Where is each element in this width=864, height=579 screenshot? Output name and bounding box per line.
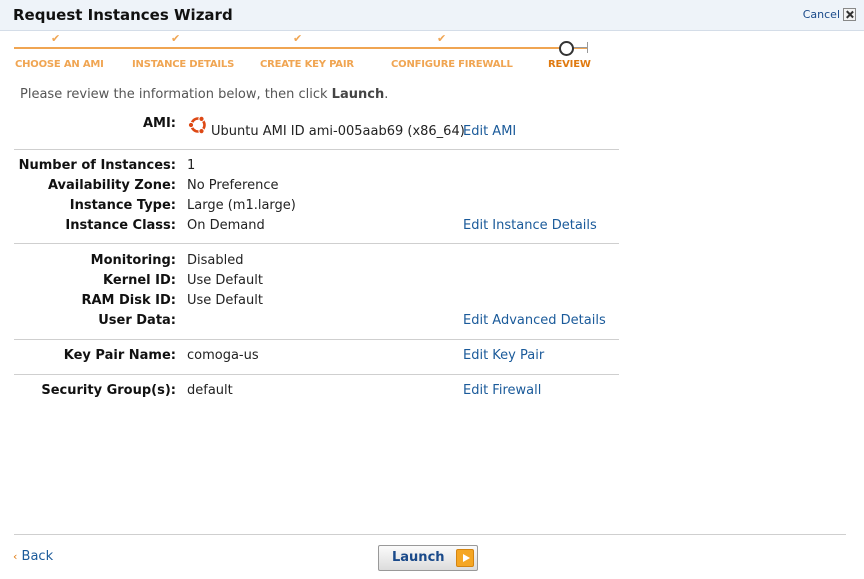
instance-type-value: Large (m1.large) [187,198,296,213]
edit-key-pair-link[interactable]: Edit Key Pair [463,348,544,363]
step-done-check-icon: ✔ [293,32,303,45]
availability-zone-label: Availability Zone: [47,178,176,193]
edit-instance-details-link[interactable]: Edit Instance Details [463,218,597,233]
security-groups-label: Security Group(s): [41,383,176,398]
title-bar: Request Instances Wizard Cancel [0,0,864,31]
kernel-id-label: Kernel ID: [103,273,176,288]
edit-ami-link[interactable]: Edit AMI [463,124,516,139]
step-review: REVIEW [548,59,591,70]
ubuntu-logo-icon [187,115,206,135]
ami-label: AMI: [142,116,176,131]
progress-remaining [573,47,587,48]
availability-zone-value: No Preference [187,178,279,193]
progress-end-tick [587,42,588,53]
footer-divider [14,534,846,535]
number-of-instances-label: Number of Instances: [18,158,176,173]
step-create-key-pair: CREATE KEY PAIR [260,59,354,70]
user-data-label: User Data: [98,313,176,328]
chevron-left-icon: ‹ [13,550,18,563]
divider [14,243,619,244]
instance-class-label: Instance Class: [65,218,176,233]
launch-label: Launch [392,550,445,565]
divider [14,149,619,150]
back-label: Back [21,549,54,564]
step-instance-details: INSTANCE DETAILS [132,59,235,70]
instance-type-label: Instance Type: [69,198,176,213]
key-pair-name-value: comoga-us [187,348,259,363]
edit-advanced-details-link[interactable]: Edit Advanced Details [463,313,606,328]
divider [14,339,619,340]
ram-disk-id-label: RAM Disk ID: [81,293,176,308]
step-choose-ami: CHOOSE AN AMI [15,59,104,70]
launch-button[interactable]: Launch [378,545,478,571]
launch-word: Launch [331,87,385,102]
kernel-id-value: Use Default [187,273,263,288]
ram-disk-id-value: Use Default [187,293,263,308]
instance-class-value: On Demand [187,218,265,233]
current-step-circle-icon [559,41,574,56]
monitoring-value: Disabled [187,253,244,268]
key-pair-name-label: Key Pair Name: [63,348,176,363]
ami-value: Ubuntu AMI ID ami-005aab69 (x86_64) [211,124,465,139]
step-done-check-icon: ✔ [171,32,181,45]
cancel-button[interactable]: Cancel [803,8,856,21]
review-instructions: Please review the information below, the… [20,87,389,102]
progress-bar [14,47,588,49]
number-of-instances-value: 1 [187,158,196,173]
divider [14,374,619,375]
step-configure-firewall: CONFIGURE FIREWALL [391,59,513,70]
step-done-check-icon: ✔ [437,32,447,45]
back-link[interactable]: ‹ Back [13,549,53,564]
step-done-check-icon: ✔ [51,32,61,45]
window-title: Request Instances Wizard [13,6,233,24]
play-arrow-icon [456,549,474,567]
cancel-label: Cancel [802,8,840,21]
security-groups-value: default [187,383,233,398]
edit-firewall-link[interactable]: Edit Firewall [463,383,541,398]
monitoring-label: Monitoring: [90,253,176,268]
close-icon[interactable] [843,8,856,21]
